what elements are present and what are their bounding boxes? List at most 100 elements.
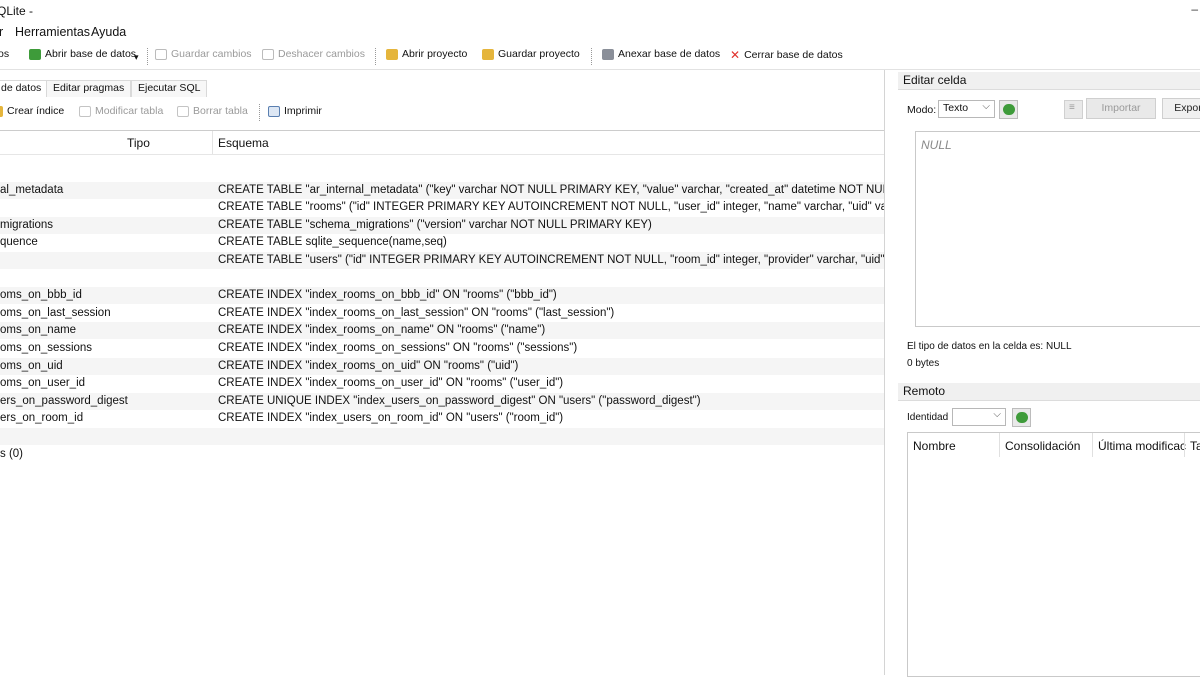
cell-type-info: El tipo de datos en la celda es: NULL — [907, 341, 1072, 352]
open-db-icon — [29, 48, 41, 60]
delete-table-button[interactable]: Borrar tabla — [177, 105, 248, 117]
row-schema: CREATE TABLE "rooms" ("id" INTEGER PRIMA… — [218, 201, 884, 214]
row-name: migrations — [0, 218, 54, 231]
table-row[interactable]: oms_on_bbb_id CREATE INDEX "index_rooms_o… — [0, 287, 884, 305]
row-name: oms_on_name — [0, 324, 77, 337]
print-button[interactable]: Imprimir — [268, 105, 322, 117]
column-header-last-modified[interactable]: Última modificac — [1098, 439, 1186, 453]
row-name: ers_on_room_id — [0, 412, 84, 425]
table-row[interactable]: al_metadata CREATE TABLE "ar_internal_met… — [0, 181, 884, 199]
mode-select[interactable]: Texto ⌵ — [938, 100, 995, 118]
row-name: oms_on_user_id — [0, 377, 86, 390]
table-row[interactable]: s (0) — [0, 446, 884, 463]
printer-icon — [268, 105, 280, 117]
table-row[interactable]: oms_on_last_session CREATE INDEX "index_r… — [0, 305, 884, 322]
mode-label: Modo: — [907, 104, 937, 116]
undo-changes-button[interactable]: Deshacer cambios — [262, 48, 365, 60]
save-project-button[interactable]: Guardar proyecto — [482, 48, 580, 60]
tab-edit-pragmas[interactable]: Editar pragmas — [46, 80, 132, 97]
row-name: quence — [0, 236, 38, 249]
chevron-down-icon: ⌵ — [993, 409, 1001, 420]
row-schema: CREATE TABLE "schema_migrations" ("versi… — [218, 218, 652, 231]
schema-tree[interactable]: Tipo Esquema al_metadata CREATE TABLE "ar… — [0, 130, 884, 676]
auto-switch-mode-button[interactable] — [999, 100, 1018, 119]
column-header-schema[interactable]: Esquema — [218, 136, 269, 150]
table-row[interactable] — [0, 428, 884, 445]
row-name: ers_on_password_digest — [0, 394, 128, 407]
close-db-icon: ✕ — [730, 48, 741, 62]
remote-files-table[interactable]: Nombre Consolidación Última modificac Ta — [907, 432, 1200, 677]
tab-execute-sql[interactable]: Ejecutar SQL — [131, 80, 208, 97]
menu-bar: r Herramientas Ayuda — [0, 22, 1200, 42]
cell-size-info: 0 bytes — [907, 358, 940, 369]
row-name: oms_on_sessions — [0, 342, 93, 354]
column-header-size[interactable]: Ta — [1190, 439, 1200, 453]
row-schema: CREATE TABLE "users" ("id" INTEGER PRIMA… — [218, 254, 884, 266]
undo-icon — [262, 48, 274, 60]
chevron-down-icon: ⌵ — [982, 101, 990, 112]
save-icon — [155, 48, 167, 60]
menu-item-tools[interactable]: Herramientas — [15, 25, 90, 39]
attach-db-button[interactable]: Anexar base de datos — [602, 48, 720, 60]
modify-table-button[interactable]: Modificar tabla — [79, 105, 163, 117]
table-row[interactable]: CREATE TABLE "users" ("id" INTEGER PRIMA… — [0, 252, 884, 269]
attach-db-icon — [602, 48, 614, 60]
close-db-button[interactable]: ✕ Cerrar base de datos — [730, 48, 843, 62]
index-icon — [0, 105, 3, 117]
row-name: oms_on_last_session — [0, 306, 111, 319]
refresh-icon — [1003, 104, 1015, 115]
edit-cell-panel-title: Editar celda — [898, 72, 1200, 90]
null-placeholder: NULL — [921, 138, 952, 152]
row-schema: CREATE INDEX "index_rooms_on_sessions" O… — [218, 342, 578, 354]
table-row[interactable]: oms_on_uid CREATE INDEX "index_rooms_on_u… — [0, 357, 884, 375]
schema-tree-header: Tipo Esquema — [0, 131, 884, 155]
word-wrap-button[interactable]: ≡ — [1064, 100, 1083, 119]
open-project-icon — [386, 48, 398, 60]
minimize-button[interactable]: – — [1191, 2, 1198, 16]
structure-toolbar: Crear índice Modificar tabla Borrar tabl… — [0, 97, 885, 127]
save-project-icon — [482, 48, 494, 60]
table-row[interactable]: migrations CREATE TABLE "schema_migration… — [0, 216, 884, 234]
table-edit-icon — [79, 105, 91, 117]
row-schema: CREATE INDEX "index_rooms_on_last_sessio… — [218, 306, 615, 319]
open-db-dropdown-arrow[interactable]: ▾ — [134, 52, 139, 63]
column-header-type[interactable]: Tipo — [127, 136, 150, 150]
column-header-name[interactable]: Nombre — [913, 439, 956, 453]
table-row[interactable]: quence CREATE TABLE sqlite_sequence(name,… — [0, 234, 884, 251]
table-row[interactable]: ers_on_password_digest CREATE UNIQUE INDE… — [0, 392, 884, 410]
row-name: al_metadata — [0, 183, 64, 196]
row-schema: CREATE INDEX "index_rooms_on_user_id" ON… — [218, 377, 564, 390]
table-row[interactable] — [0, 164, 884, 181]
row-schema: CREATE TABLE sqlite_sequence(name,seq) — [218, 236, 447, 249]
new-db-button[interactable]: os — [0, 48, 9, 60]
table-row[interactable]: ers_on_room_id CREATE INDEX "index_users_… — [0, 410, 884, 427]
row-name: s (0) — [0, 447, 23, 460]
open-project-button[interactable]: Abrir proyecto — [386, 48, 467, 60]
panel-splitter[interactable] — [884, 70, 885, 675]
create-index-button[interactable]: Crear índice — [0, 105, 64, 117]
save-changes-button[interactable]: Guardar cambios — [155, 48, 252, 60]
table-delete-icon — [177, 105, 189, 117]
row-schema: CREATE INDEX "index_users_on_room_id" ON… — [218, 412, 564, 425]
identity-label: Identidad — [907, 412, 949, 423]
column-header-commit[interactable]: Consolidación — [1005, 439, 1080, 453]
menu-item-file[interactable]: r — [0, 25, 3, 39]
table-row[interactable]: CREATE TABLE "rooms" ("id" INTEGER PRIMA… — [0, 199, 884, 216]
import-button[interactable]: Importar — [1086, 98, 1156, 119]
title-bar: QLite - – — [0, 0, 1200, 22]
row-schema: CREATE INDEX "index_rooms_on_name" ON "r… — [218, 324, 546, 337]
table-row[interactable] — [0, 270, 884, 287]
window-title: QLite - — [0, 4, 34, 18]
menu-item-help[interactable]: Ayuda — [91, 25, 126, 39]
table-row[interactable]: oms_on_sessions CREATE INDEX "index_rooms… — [0, 340, 884, 357]
refresh-icon — [1016, 412, 1028, 423]
table-row[interactable]: oms_on_user_id CREATE INDEX "index_rooms_… — [0, 375, 884, 392]
open-db-button[interactable]: Abrir base de datos — [29, 48, 136, 60]
table-row[interactable]: oms_on_name CREATE INDEX "index_rooms_on_… — [0, 322, 884, 340]
cell-editor-textarea[interactable]: NULL — [915, 131, 1200, 327]
add-identity-button[interactable] — [1012, 408, 1031, 427]
tab-database-structure[interactable]: de datos — [0, 80, 49, 97]
export-button[interactable]: Expor — [1162, 98, 1200, 119]
row-schema: CREATE TABLE "ar_internal_metadata" ("ke… — [218, 183, 884, 196]
identity-select[interactable]: ⌵ — [952, 408, 1006, 426]
